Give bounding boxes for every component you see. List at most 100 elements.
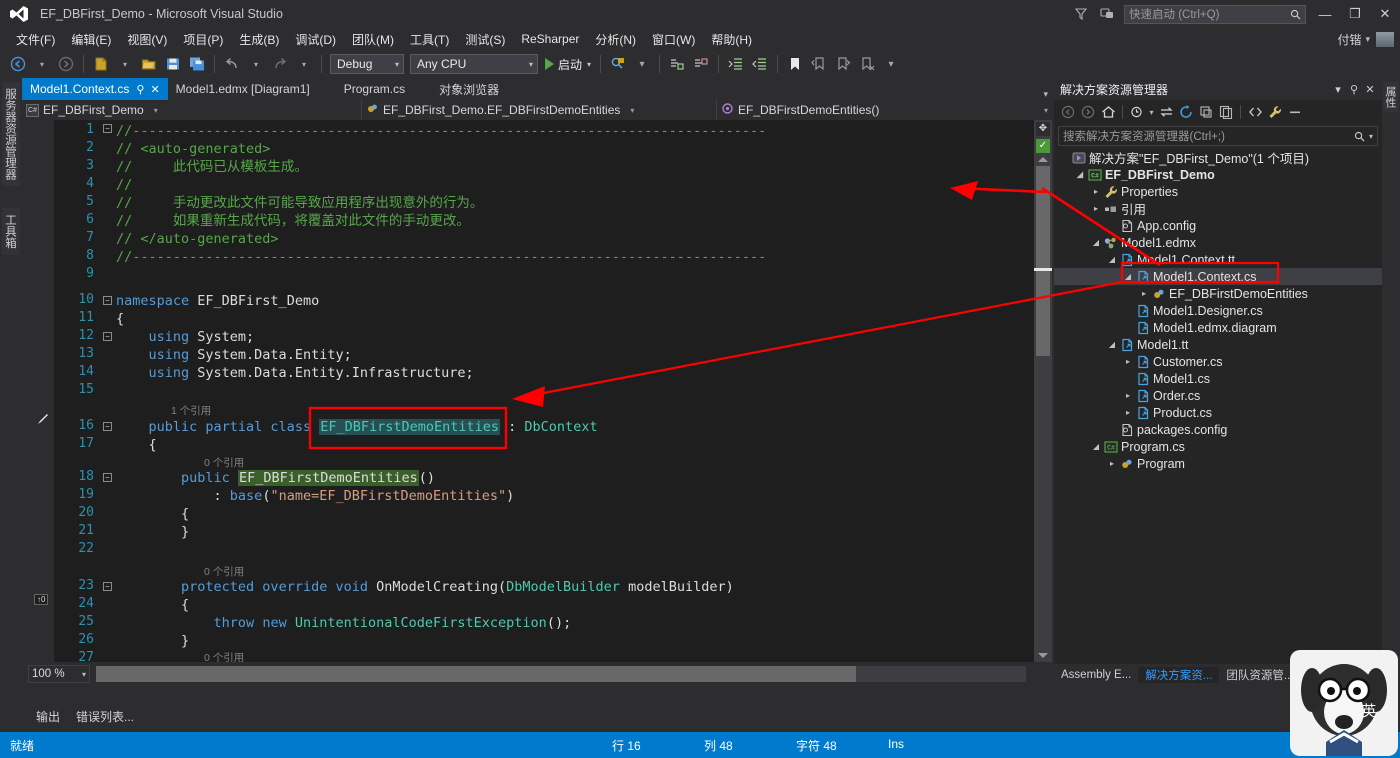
- account-name[interactable]: 付锴: [1337, 31, 1361, 48]
- tab-model1-context-cs[interactable]: Model1.Context.cs ⚲ ✕: [22, 78, 168, 100]
- chevron-down-icon[interactable]: ▾: [1330, 83, 1346, 96]
- scrollbar-thumb[interactable]: [96, 666, 856, 682]
- navbar-member-select[interactable]: EF_DBFirstDemoEntities() ▾: [717, 100, 1052, 120]
- scroll-up-icon[interactable]: [1038, 157, 1048, 162]
- ime-language-indicator[interactable]: 英: [1356, 700, 1382, 730]
- menu-file[interactable]: 文件(F): [8, 29, 63, 50]
- solution-configuration-select[interactable]: Debug ▾: [330, 54, 404, 74]
- collapse-arrow-icon[interactable]: ▸: [1106, 459, 1118, 468]
- save-icon[interactable]: [162, 53, 184, 75]
- navigate-back-icon[interactable]: [7, 53, 29, 75]
- collapse-arrow-icon[interactable]: ▸: [1138, 289, 1150, 298]
- indicator-margin[interactable]: ↑0: [22, 120, 54, 662]
- quick-launch-input[interactable]: 快速启动 (Ctrl+Q): [1124, 4, 1306, 24]
- collapse-arrow-icon[interactable]: ▸: [1122, 391, 1134, 400]
- codelens-ctor-references[interactable]: 0 个引用: [204, 455, 244, 470]
- tree-item[interactable]: ▸ 引用: [1054, 200, 1382, 217]
- split-view-icon[interactable]: ✥: [1036, 122, 1050, 136]
- tree-item[interactable]: ▸ Customer.cs: [1054, 353, 1382, 370]
- scroll-down-icon[interactable]: [1038, 653, 1048, 658]
- pin-icon[interactable]: ⚲: [136, 83, 144, 96]
- find-in-files-icon[interactable]: [607, 53, 629, 75]
- next-bookmark-icon[interactable]: [832, 53, 854, 75]
- code-text-layer[interactable]: 1 2 3 4 5 6 7 8 9 10 11 12 13 14 15 16 1: [78, 120, 1052, 662]
- redo-icon[interactable]: [269, 53, 291, 75]
- menu-window[interactable]: 窗口(W): [644, 29, 703, 50]
- tree-item[interactable]: ▸ Program: [1054, 455, 1382, 472]
- fold-toggle-line-18[interactable]: −: [103, 473, 112, 482]
- notification-flag-icon[interactable]: [1068, 1, 1094, 27]
- start-debug-button[interactable]: 启动 ▾: [541, 53, 595, 75]
- fold-toggle-line-1[interactable]: −: [103, 124, 112, 133]
- tab-object-browser[interactable]: 对象浏览器: [431, 78, 507, 100]
- pin-icon[interactable]: ⚲: [1346, 83, 1362, 96]
- uncomment-selection-icon[interactable]: [690, 53, 712, 75]
- expand-arrow-icon[interactable]: ◢: [1122, 272, 1134, 281]
- bottom-tab-output[interactable]: 输出: [28, 708, 68, 725]
- bookmark-icon[interactable]: [784, 53, 806, 75]
- bottom-tab-error-list[interactable]: 错误列表...: [68, 708, 142, 725]
- tree-item[interactable]: ◢ Model1.edmx: [1054, 234, 1382, 251]
- tree-item[interactable]: ▸ EF_DBFirstDemoEntities: [1054, 285, 1382, 302]
- undo-dropdown-icon[interactable]: ▾: [245, 53, 267, 75]
- menu-project[interactable]: 项目(P): [175, 29, 231, 50]
- fold-toggle-line-10[interactable]: −: [103, 296, 112, 305]
- home-icon[interactable]: [1098, 102, 1118, 122]
- menu-resharper[interactable]: ReSharper: [513, 30, 587, 48]
- view-code-icon[interactable]: [1245, 102, 1265, 122]
- avatar[interactable]: [1376, 31, 1394, 47]
- collapse-arrow-icon[interactable]: ▸: [1122, 357, 1134, 366]
- tree-item[interactable]: Model1.Designer.cs: [1054, 302, 1382, 319]
- collapse-arrow-icon[interactable]: ▸: [1122, 408, 1134, 417]
- decrease-indent-icon[interactable]: [749, 53, 771, 75]
- close-icon[interactable]: ✕: [150, 83, 159, 96]
- minimize-button[interactable]: —: [1310, 0, 1340, 28]
- tree-item[interactable]: ◢ Model1.Context.tt: [1054, 251, 1382, 268]
- tree-item[interactable]: App.config: [1054, 217, 1382, 234]
- open-file-icon[interactable]: [138, 53, 160, 75]
- navigate-back-icon[interactable]: [1058, 102, 1078, 122]
- collapse-arrow-icon[interactable]: ▸: [1090, 187, 1102, 196]
- save-all-icon[interactable]: [186, 53, 208, 75]
- show-all-files-icon[interactable]: [1216, 102, 1236, 122]
- menu-tools[interactable]: 工具(T): [402, 29, 457, 50]
- codelens-next-references[interactable]: 0 个引用: [204, 650, 244, 662]
- tab-program-cs[interactable]: Program.cs: [336, 78, 413, 100]
- menu-test[interactable]: 测试(S): [457, 29, 513, 50]
- expand-arrow-icon[interactable]: ◢: [1090, 238, 1102, 247]
- tree-item[interactable]: ◢ Model1.Context.cs: [1054, 268, 1382, 285]
- menu-help[interactable]: 帮助(H): [703, 29, 760, 50]
- editor-vertical-scrollbar[interactable]: ✥ ✓: [1034, 120, 1052, 662]
- expand-arrow-icon[interactable]: ◢: [1106, 255, 1118, 264]
- tree-item[interactable]: ◢ C# EF_DBFirst_Demo: [1054, 166, 1382, 183]
- new-project-icon[interactable]: [90, 53, 112, 75]
- sync-with-active-document-icon[interactable]: [1156, 102, 1176, 122]
- zoom-level-select[interactable]: 100 % ▾: [28, 665, 90, 683]
- tree-item[interactable]: Model1.cs: [1054, 370, 1382, 387]
- sidebar-tab-toolbox[interactable]: 工具箱: [2, 208, 20, 255]
- new-project-dropdown-icon[interactable]: ▾: [114, 53, 136, 75]
- tree-item[interactable]: ▸ Properties: [1054, 183, 1382, 200]
- fold-toggle-line-16[interactable]: −: [103, 422, 112, 431]
- undo-icon[interactable]: [221, 53, 243, 75]
- tree-item[interactable]: ◢ Model1.tt: [1054, 336, 1382, 353]
- menu-view[interactable]: 视图(V): [119, 29, 175, 50]
- menu-build[interactable]: 生成(B): [231, 29, 287, 50]
- chevron-down-icon[interactable]: ▾: [587, 60, 591, 69]
- redo-dropdown-icon[interactable]: ▾: [293, 53, 315, 75]
- solution-platform-select[interactable]: Any CPU ▾: [410, 54, 538, 74]
- comment-selection-icon[interactable]: [666, 53, 688, 75]
- close-button[interactable]: ✕: [1370, 0, 1400, 28]
- navigate-forward-icon[interactable]: [55, 53, 77, 75]
- code-editor-surface[interactable]: ↑0 − − − − − − 1 2 3 4 5 6 7 8 9 10 11 1…: [22, 120, 1052, 662]
- sidebar-tab-server-explorer[interactable]: 服务器资源管理器: [2, 82, 20, 186]
- tab-list-dropdown-icon[interactable]: ▾: [1043, 89, 1052, 100]
- restore-button[interactable]: ❐: [1340, 0, 1370, 28]
- expand-arrow-icon[interactable]: ◢: [1074, 170, 1086, 179]
- tree-item[interactable]: ▸ Product.cs: [1054, 404, 1382, 421]
- properties-wrench-icon[interactable]: [1265, 102, 1285, 122]
- collapse-all-icon[interactable]: [1196, 102, 1216, 122]
- pending-changes-icon[interactable]: [1127, 102, 1147, 122]
- fold-toggle-line-23[interactable]: −: [103, 582, 112, 591]
- navigate-forward-icon[interactable]: [1078, 102, 1098, 122]
